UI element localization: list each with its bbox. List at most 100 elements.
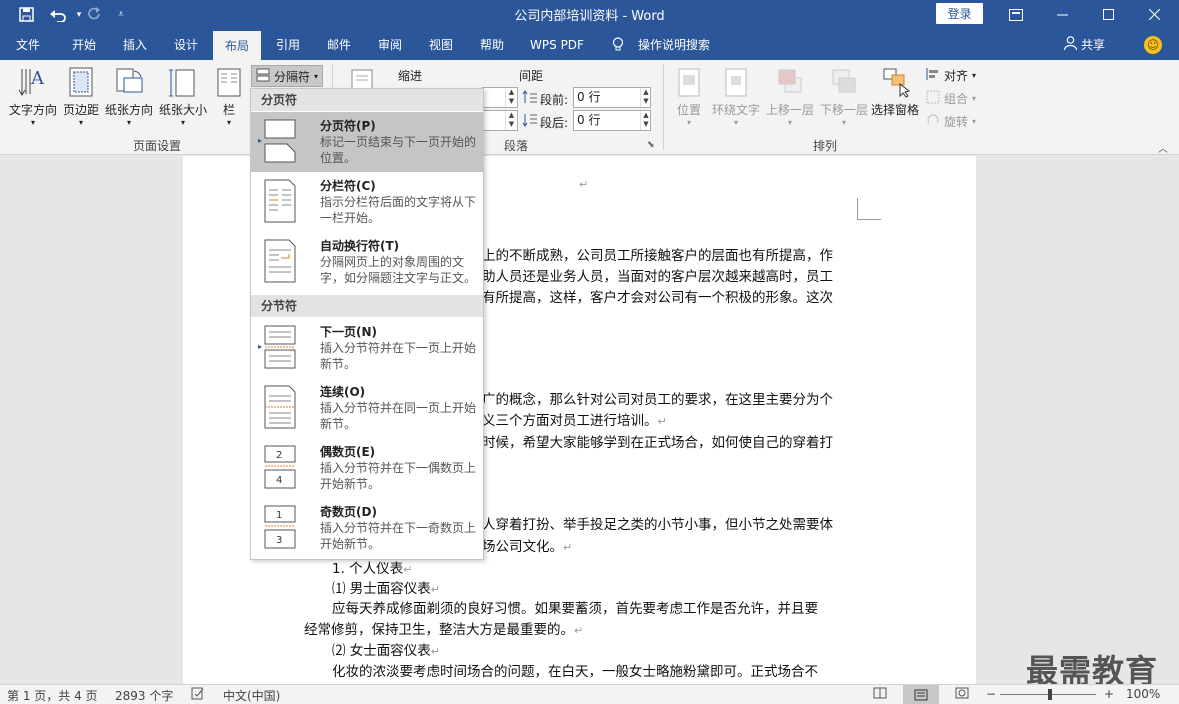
columns-button[interactable]: 栏 ▾ bbox=[212, 66, 246, 127]
page-count[interactable]: 第 1 页，共 4 页 bbox=[7, 687, 98, 704]
paragraph-group-label: 段落 bbox=[504, 139, 529, 153]
paragraph-mark: ↵ bbox=[563, 541, 573, 554]
bring-forward-icon bbox=[773, 66, 807, 98]
svg-text:3: 3 bbox=[276, 535, 282, 546]
zoom-level[interactable]: 100% bbox=[1126, 687, 1160, 701]
print-layout-icon[interactable] bbox=[903, 685, 939, 704]
tab-view[interactable]: 视图 bbox=[419, 29, 463, 60]
menu-item-even-page[interactable]: 24 偶数页(E) 插入分节符并在下一偶数页上开始新节。 bbox=[251, 438, 483, 498]
tab-layout[interactable]: 布局 bbox=[213, 31, 261, 60]
chevron-down-icon: ▾ bbox=[226, 118, 231, 127]
next-page-break-icon bbox=[263, 324, 297, 370]
position-button: 位置 ▾ bbox=[672, 66, 706, 127]
chevron-down-icon: ▾ bbox=[30, 118, 35, 127]
doc-line: 化妆的浓淡要考虑时间场合的问题，在白天，一般女士略施粉黛即可。正式场合不 bbox=[332, 664, 818, 680]
continuous-break-icon bbox=[263, 384, 297, 430]
paragraph-mark: ↵ bbox=[579, 178, 589, 191]
smiley-feedback-icon[interactable]: ☺ bbox=[1144, 36, 1162, 54]
menu-item-odd-page[interactable]: 13 奇数页(D) 插入分节符并在下一奇数页上开始新节。 bbox=[251, 498, 483, 558]
align-button[interactable]: 对齐 ▾ bbox=[926, 67, 976, 84]
send-backward-label: 下移一层 bbox=[819, 103, 868, 117]
margin-corner-mark bbox=[857, 198, 881, 220]
menu-item-next-page[interactable]: ▸ 下一页(N) 插入分节符并在下一页上开始新节。 bbox=[251, 318, 483, 378]
size-button[interactable]: 纸张大小 ▾ bbox=[156, 66, 210, 127]
tab-mailings[interactable]: 邮件 bbox=[317, 29, 361, 60]
zoom-slider-thumb[interactable] bbox=[1048, 689, 1052, 700]
word-count[interactable]: 2893 个字 bbox=[115, 687, 173, 704]
margins-button[interactable]: 页边距 ▾ bbox=[60, 66, 102, 127]
menu-item-page-break[interactable]: ▸ 分页符(P) 标记一页结束与下一页开始的位置。 bbox=[251, 112, 483, 172]
menu-item-text-wrapping-break[interactable]: 自动换行符(T) 分隔网页上的对象周围的文字，如分隔题注文字与正文。 bbox=[251, 232, 483, 292]
zoom-out-icon[interactable]: − bbox=[986, 687, 996, 701]
menu-item-column-break[interactable]: 分栏符(C) 指示分栏符后面的文字将从下一栏开始。 bbox=[251, 172, 483, 232]
menu-item-description: 插入分节符并在下一偶数页上开始新节。 bbox=[320, 461, 477, 491]
orientation-button[interactable]: 纸张方向 ▾ bbox=[102, 66, 156, 127]
lightbulb-icon[interactable] bbox=[608, 29, 628, 60]
read-mode-icon[interactable] bbox=[873, 687, 887, 702]
close-icon[interactable] bbox=[1131, 0, 1177, 29]
paragraph-mark: ↵ bbox=[430, 645, 441, 658]
login-button[interactable]: 登录 bbox=[936, 3, 983, 24]
doc-line: 上的不断成熟，公司员工所接触客户的层面也有所提高，作 bbox=[482, 248, 833, 264]
text-direction-icon: A bbox=[16, 66, 50, 98]
maximize-icon[interactable] bbox=[1085, 0, 1131, 29]
ribbon-display-options-icon[interactable] bbox=[993, 0, 1039, 29]
margins-label: 页边距 bbox=[62, 103, 99, 117]
ribbon-tab-bar: 文件 开始 插入 设计 布局 引用 邮件 审阅 视图 帮助 WPS PDF 操作… bbox=[0, 29, 1179, 60]
collapse-ribbon-icon[interactable]: ︿ bbox=[1158, 140, 1168, 155]
customize-quick-access-icon[interactable]: ⩡ bbox=[107, 0, 135, 29]
tab-help[interactable]: 帮助 bbox=[470, 29, 514, 60]
zoom-in-icon[interactable]: + bbox=[1104, 687, 1114, 701]
page-break-icon bbox=[263, 118, 297, 164]
text-direction-button[interactable]: A 文字方向 ▾ bbox=[6, 66, 60, 127]
breaks-label: 分隔符 bbox=[274, 69, 311, 84]
indent-right-spinner[interactable]: ▲ ▼ bbox=[482, 110, 518, 131]
rotate-label: 旋转 bbox=[944, 115, 969, 129]
tab-design[interactable]: 设计 bbox=[164, 29, 208, 60]
proofing-icon[interactable] bbox=[191, 687, 205, 703]
chevron-down-icon: ▾ bbox=[314, 71, 319, 81]
tell-me-search[interactable]: 操作说明搜索 bbox=[634, 29, 714, 60]
menu-item-description: 插入分节符并在下一页上开始新节。 bbox=[320, 341, 477, 371]
indent-left-spinner[interactable]: ▲ ▼ bbox=[482, 87, 518, 108]
size-label: 纸张大小 bbox=[158, 103, 207, 117]
group-label: 组合 bbox=[944, 92, 969, 106]
doc-subheading: ⑵ 女士面容仪表 bbox=[332, 643, 431, 659]
tab-references[interactable]: 引用 bbox=[266, 29, 310, 60]
svg-text:1: 1 bbox=[276, 510, 282, 521]
tab-file[interactable]: 文件 bbox=[6, 29, 50, 60]
breaks-button[interactable]: 分隔符 ▾ bbox=[251, 65, 324, 87]
paragraph-mark: ↵ bbox=[574, 624, 584, 637]
person-icon bbox=[1063, 36, 1078, 53]
language-indicator[interactable]: 中文(中国) bbox=[223, 687, 280, 704]
space-after-spin-arrows[interactable]: ▲ ▼ bbox=[640, 111, 651, 130]
space-before-spin-arrows[interactable]: ▲ ▼ bbox=[640, 88, 651, 107]
save-icon[interactable] bbox=[12, 0, 40, 29]
section-breaks-header: 分节符 bbox=[251, 295, 483, 317]
chevron-down-icon: ▾ bbox=[126, 118, 131, 127]
minimize-icon[interactable] bbox=[1039, 0, 1085, 29]
page-break-icon bbox=[256, 68, 270, 85]
tab-review[interactable]: 审阅 bbox=[368, 29, 412, 60]
rotate-icon bbox=[926, 113, 940, 130]
tab-home[interactable]: 开始 bbox=[62, 29, 106, 60]
tab-insert[interactable]: 插入 bbox=[113, 29, 157, 60]
share-button[interactable]: 共享 bbox=[1063, 29, 1105, 60]
bring-forward-button: 上移一层 ▾ bbox=[763, 66, 817, 127]
menu-item-continuous[interactable]: 连续(O) 插入分节符并在同一页上开始新节。 bbox=[251, 378, 483, 438]
selection-pane-button[interactable]: 选择窗格 bbox=[870, 66, 920, 118]
web-layout-icon[interactable] bbox=[955, 687, 969, 702]
doc-line: 时候，希望大家能够学到在正式场合，如何使自己的穿着打 bbox=[482, 435, 833, 451]
tab-wps-pdf[interactable]: WPS PDF bbox=[522, 29, 592, 60]
space-before-icon bbox=[522, 89, 538, 108]
dialog-launcher-icon[interactable]: ⬊ bbox=[647, 140, 655, 150]
menu-item-title: 分栏符(C) bbox=[320, 179, 376, 193]
menu-item-description: 标记一页结束与下一页开始的位置。 bbox=[320, 135, 477, 165]
chevron-down-icon: ▾ bbox=[78, 118, 83, 127]
doc-heading: 1. 个人仪表 bbox=[332, 561, 404, 577]
margins-icon bbox=[64, 66, 98, 98]
svg-text:2: 2 bbox=[276, 450, 282, 461]
bullet-icon: ▸ bbox=[258, 342, 263, 351]
menu-item-title: 连续(O) bbox=[320, 385, 366, 399]
doc-line: 人穿着打扮、举手投足之类的小节小事，但小节之处需要体 bbox=[482, 517, 833, 533]
